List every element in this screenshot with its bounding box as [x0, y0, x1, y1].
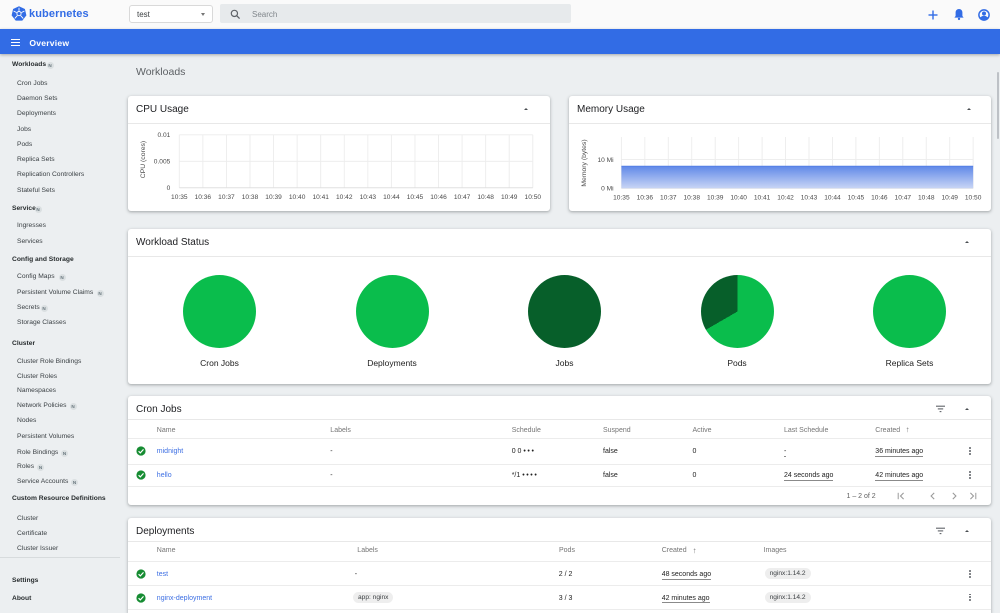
- svg-text:10:43: 10:43: [360, 194, 377, 201]
- svg-text:10:44: 10:44: [383, 194, 400, 201]
- svg-text:10:47: 10:47: [454, 194, 471, 201]
- svg-text:10:41: 10:41: [312, 194, 329, 201]
- svg-text:10:50: 10:50: [525, 194, 542, 201]
- svg-text:0.01: 0.01: [157, 132, 170, 139]
- svg-text:10:46: 10:46: [871, 194, 888, 201]
- svg-text:10:48: 10:48: [918, 194, 935, 201]
- svg-text:10:40: 10:40: [730, 194, 747, 201]
- svg-text:10:35: 10:35: [613, 194, 630, 201]
- svg-text:10:49: 10:49: [941, 194, 958, 201]
- svg-text:10:50: 10:50: [965, 194, 982, 201]
- svg-text:10:36: 10:36: [637, 194, 654, 201]
- svg-text:10:45: 10:45: [407, 194, 424, 201]
- svg-text:10:36: 10:36: [195, 194, 212, 201]
- svg-text:0.005: 0.005: [154, 159, 171, 166]
- svg-text:Memory (bytes): Memory (bytes): [581, 139, 588, 186]
- svg-text:10:35: 10:35: [171, 194, 188, 201]
- svg-text:0: 0: [167, 185, 171, 192]
- svg-text:10:47: 10:47: [895, 194, 912, 201]
- svg-text:10:38: 10:38: [683, 194, 700, 201]
- svg-text:10:48: 10:48: [477, 194, 494, 201]
- svg-text:10:40: 10:40: [289, 194, 306, 201]
- svg-text:10:42: 10:42: [777, 194, 794, 201]
- svg-text:10:39: 10:39: [707, 194, 724, 201]
- svg-text:10:37: 10:37: [660, 194, 677, 201]
- svg-text:0 Mi: 0 Mi: [601, 186, 614, 193]
- svg-text:10:46: 10:46: [430, 194, 447, 201]
- svg-text:10:38: 10:38: [242, 194, 259, 201]
- svg-text:10:37: 10:37: [218, 194, 235, 201]
- svg-text:10:44: 10:44: [824, 194, 841, 201]
- svg-text:10:49: 10:49: [501, 194, 518, 201]
- svg-text:10:43: 10:43: [801, 194, 818, 201]
- svg-text:10:39: 10:39: [265, 194, 282, 201]
- svg-text:10 Mi: 10 Mi: [597, 157, 614, 164]
- svg-text:CPU (cores): CPU (cores): [140, 141, 147, 178]
- svg-text:10:45: 10:45: [848, 194, 865, 201]
- svg-text:10:42: 10:42: [336, 194, 353, 201]
- svg-text:10:41: 10:41: [754, 194, 771, 201]
